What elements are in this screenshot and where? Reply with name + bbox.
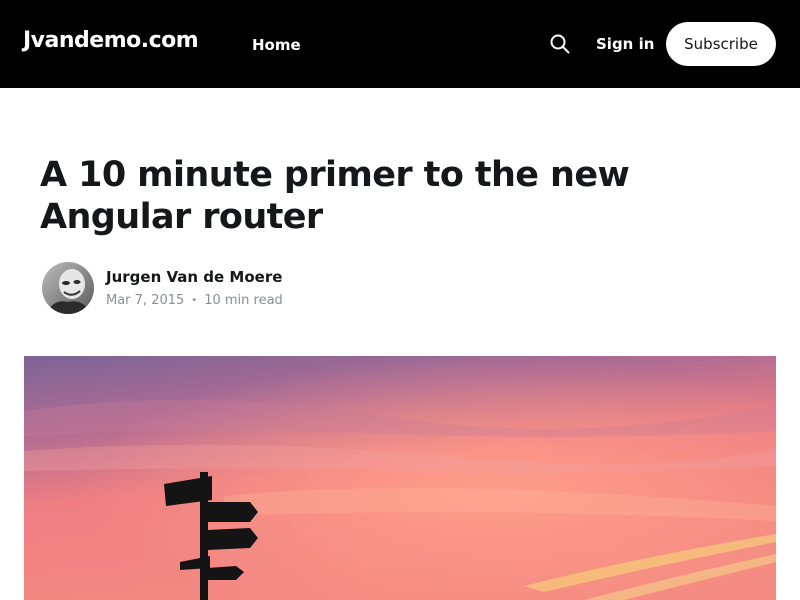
search-icon (550, 34, 570, 54)
search-button[interactable] (549, 33, 571, 55)
meta-separator: • (191, 295, 198, 306)
post-date: Mar 7, 2015 (106, 293, 185, 308)
post-meta: Mar 7, 2015 • 10 min read (106, 293, 283, 308)
reading-time: 10 min read (204, 293, 283, 308)
sunset-signpost-image (24, 356, 776, 600)
article-title: A 10 minute primer to the new Angular ro… (40, 155, 630, 237)
author-avatar[interactable] (42, 262, 94, 314)
avatar-photo (42, 262, 94, 314)
site-logo[interactable]: Jvandemo.com (23, 28, 199, 53)
sign-in-link[interactable]: Sign in (596, 35, 654, 53)
subscribe-button[interactable]: Subscribe (666, 22, 776, 66)
author-name-link[interactable]: Jurgen Van de Moere (106, 268, 282, 286)
site-header: Jvandemo.com Home Sign in Subscribe (0, 0, 800, 88)
feature-image (24, 356, 776, 600)
nav-home-link[interactable]: Home (252, 36, 301, 54)
